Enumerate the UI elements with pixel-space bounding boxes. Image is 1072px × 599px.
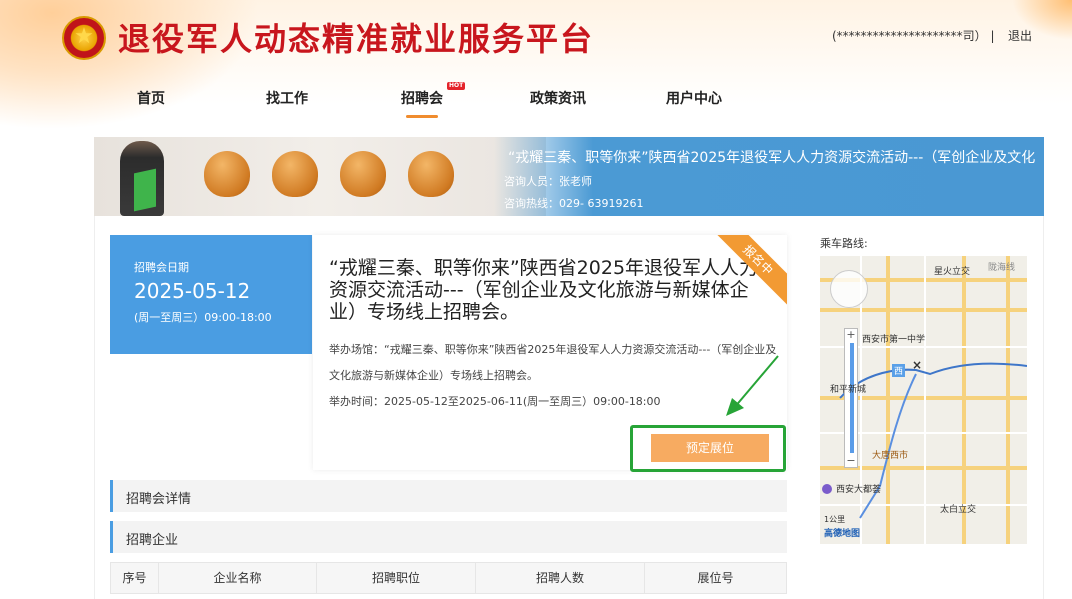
highlight-box: [630, 425, 786, 472]
emblem-icon: ★: [62, 16, 106, 60]
stool-image: [340, 151, 386, 197]
star-icon: ★: [74, 24, 94, 49]
map-label: 西: [892, 364, 906, 377]
map-zoom-control[interactable]: + −: [844, 328, 858, 468]
map-pan-control[interactable]: [830, 270, 868, 308]
logout-link[interactable]: 退出: [1008, 27, 1032, 44]
map-label: 西安市第一中学: [862, 335, 926, 345]
route-label: 乘车路线:: [820, 237, 868, 250]
fair-banner: “戎耀三秦、职等你来”陕西省2025年退役军人人力资源交流活动---（军创企业及…: [94, 137, 1044, 216]
section-title: 招聘企业: [126, 533, 179, 548]
map-label: 西安大都荟: [836, 485, 882, 495]
main-nav: 首页 找工作 招聘会 政策资讯 用户中心: [0, 88, 1072, 118]
page-root: ★ 退役军人动态精准就业服务平台 (*********************司…: [0, 0, 1072, 599]
arrow-icon: [726, 355, 779, 416]
banner-hotline: 咨询热线：029- 63919261: [504, 197, 644, 210]
column-header: 序号: [111, 563, 159, 593]
date-label: 招聘会日期: [134, 261, 189, 274]
stool-image: [408, 151, 454, 197]
column-header: 招聘人数: [476, 563, 645, 593]
folder-image: [134, 168, 156, 212]
zoom-slider[interactable]: [850, 343, 854, 453]
route-map[interactable]: + − 星火立交 陇海线 西安市第一中学 西 × 和平新城 大唐西市 西安大都荟…: [820, 256, 1027, 544]
map-scale: 1公里: [824, 515, 846, 524]
map-label: 大唐西市: [872, 451, 909, 461]
stool-image: [272, 151, 318, 197]
section-title: 招聘会详情: [126, 492, 192, 507]
banner-photo: [94, 137, 546, 216]
column-header: 招聘职位: [317, 563, 476, 593]
zoom-in-icon[interactable]: +: [845, 329, 857, 341]
section-fair-details[interactable]: 招聘会详情: [110, 480, 787, 512]
zoom-out-icon[interactable]: −: [845, 455, 857, 467]
date-value: 2025-05-12: [134, 279, 251, 303]
companies-table-header: 序号 企业名称 招聘职位 招聘人数 展位号: [110, 562, 787, 594]
nav-item-policy-news[interactable]: 政策资讯: [530, 88, 586, 108]
column-header: 企业名称: [159, 563, 317, 593]
banner-contact: 咨询人员：张老师: [504, 175, 592, 188]
site-title: 退役军人动态精准就业服务平台: [118, 20, 595, 58]
fair-date-card: 招聘会日期 2025-05-12 (周一至周三）09:00-18:00: [110, 235, 312, 354]
site-header: ★ 退役军人动态精准就业服务平台 (*********************司…: [0, 0, 1072, 130]
banner-title: “戎耀三秦、职等你来”陕西省2025年退役军人人力资源交流活动---（军创企业及…: [508, 150, 1036, 166]
user-info: (*********************司） |: [832, 29, 995, 43]
poi-icon: [822, 484, 832, 494]
section-companies[interactable]: 招聘企业: [110, 521, 787, 553]
hot-badge: HOT: [447, 82, 466, 90]
map-label: 太白立交: [940, 505, 977, 515]
fair-venue: 举办场馆：“戎耀三秦、职等你来”陕西省2025年退役军人人力资源交流活动---（…: [329, 343, 777, 382]
fair-time: 举办时间：2025-05-12至2025-06-11(周一至周三）09:00-1…: [329, 395, 661, 408]
column-header: 展位号: [697, 571, 734, 585]
map-label: 和平新城: [830, 385, 867, 395]
nav-active-indicator: [406, 115, 438, 118]
map-label: 陇海线: [988, 263, 1016, 273]
nav-item-user-center[interactable]: 用户中心: [666, 88, 722, 108]
fair-title: “戎耀三秦、职等你来”陕西省2025年退役军人人力资源交流活动---（军创企业及…: [329, 257, 759, 323]
map-marker-icon: ×: [912, 358, 923, 372]
nav-item-job-fair[interactable]: 招聘会: [401, 88, 443, 108]
nav-item-find-job[interactable]: 找工作: [266, 88, 308, 108]
stool-image: [204, 151, 250, 197]
map-label: 星火立交: [934, 267, 971, 277]
date-range: (周一至周三）09:00-18:00: [134, 311, 272, 324]
map-logo: 高德地图: [824, 529, 861, 539]
nav-item-home[interactable]: 首页: [137, 88, 165, 108]
